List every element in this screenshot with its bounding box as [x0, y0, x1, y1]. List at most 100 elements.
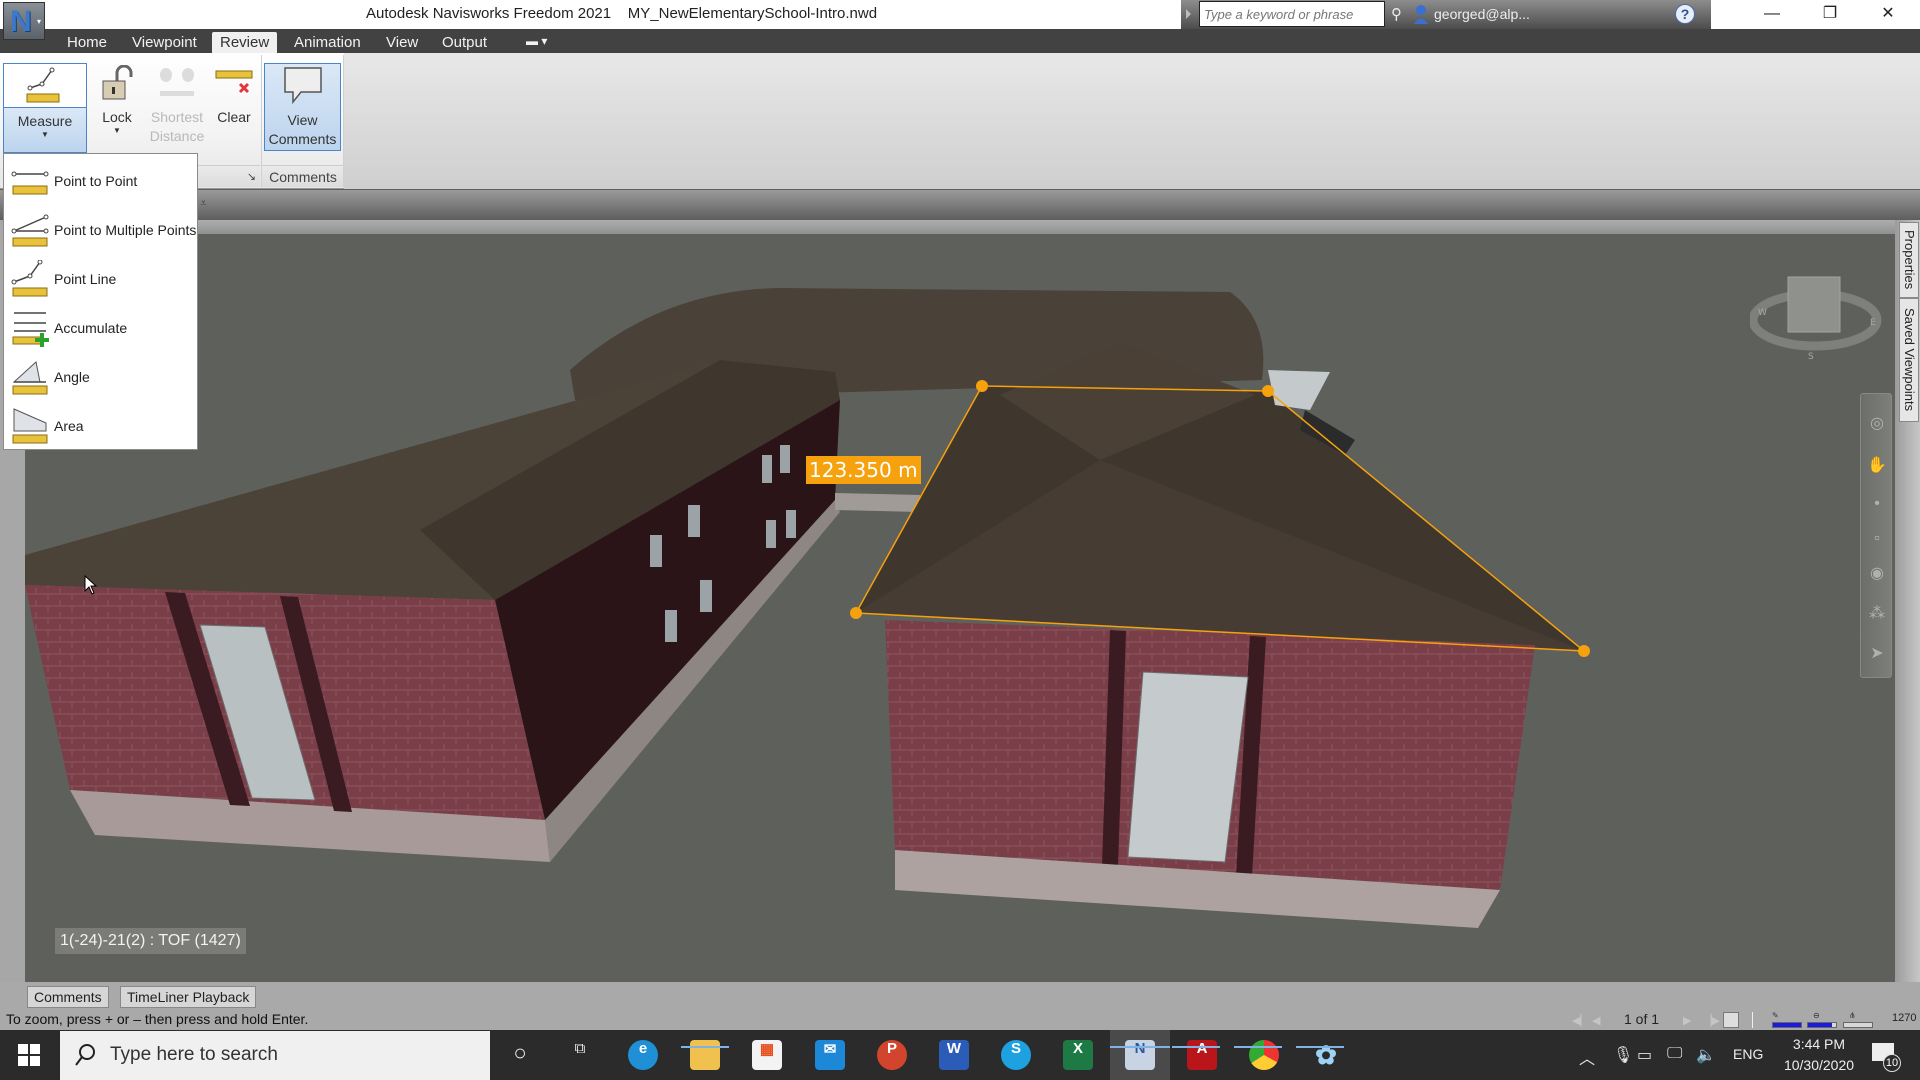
excel-icon[interactable]: X	[1063, 1040, 1093, 1070]
view-comments-button[interactable]: View Comments	[264, 63, 341, 151]
clock-date[interactable]: 10/30/2020	[1774, 1057, 1864, 1073]
lock-label: Lock	[102, 109, 132, 125]
ribbon: Measure ▼ Lock ▼ Shortest Distance Clear…	[0, 53, 1920, 189]
navisworks-taskbar-icon[interactable]: N	[1125, 1040, 1155, 1070]
saved-viewpoints-tab[interactable]: Saved Viewpoints	[1899, 298, 1919, 422]
language-indicator[interactable]: ENG	[1733, 1046, 1763, 1062]
battery-icon[interactable]: ▭	[1637, 1045, 1652, 1065]
status-hint: To zoom, press + or – then press and hol…	[6, 1011, 309, 1027]
accumulate-icon	[12, 312, 49, 347]
lock-icon	[102, 64, 133, 100]
disk-icon: ⊖	[1813, 1011, 1820, 1020]
cortana-icon[interactable]: ○	[505, 1040, 535, 1070]
menu-item-angle[interactable]: Angle	[4, 354, 197, 402]
menu-item-point-line[interactable]: Point Line	[4, 256, 197, 304]
next-page-button[interactable]: ▶	[1683, 1014, 1691, 1027]
close-button[interactable]: ✕	[1859, 0, 1917, 29]
select-icon[interactable]: ➤	[1867, 644, 1887, 664]
look-icon[interactable]: ◉	[1867, 564, 1887, 584]
orbit-icon[interactable]: ▫	[1867, 529, 1887, 549]
skype-icon[interactable]: S	[1001, 1040, 1031, 1070]
edge-icon[interactable]: e	[628, 1040, 658, 1070]
lock-button[interactable]: Lock ▼	[97, 64, 137, 135]
properties-tab[interactable]: Properties	[1899, 222, 1919, 298]
mouse-cursor-icon	[84, 575, 98, 595]
measure-point	[850, 607, 862, 619]
menu-item-point-to-point[interactable]: Point to Point	[4, 158, 197, 206]
measure-point	[1578, 645, 1590, 657]
tab-viewpoint[interactable]: Viewpoint	[124, 32, 205, 53]
task-view-icon[interactable]: ⧉	[565, 1040, 595, 1070]
app-icon[interactable]: ✿	[1311, 1040, 1341, 1070]
chevron-down-icon: ▼	[113, 126, 121, 135]
timeliner-playback-tab[interactable]: TimeLiner Playback	[120, 986, 257, 1008]
help-icon[interactable]: ?	[1675, 4, 1695, 24]
navigation-bar: ◎ ✋ • ▫ ◉ ⁂ ➤	[1860, 393, 1892, 678]
pan-hand-icon[interactable]: ✋	[1867, 456, 1887, 476]
svg-text:W: W	[1758, 308, 1767, 318]
microphone-icon[interactable]: 🎙	[1613, 1045, 1633, 1065]
3d-viewport[interactable]	[25, 234, 1895, 982]
menu-item-point-to-multiple-points[interactable]: Point to Multiple Points	[4, 207, 197, 255]
sheet-browser-icon[interactable]	[1723, 1012, 1739, 1028]
user-account[interactable]: georged@alp...	[1434, 6, 1530, 22]
menu-item-area[interactable]: Area	[4, 403, 197, 451]
prev-page-button[interactable]: ◀	[1592, 1014, 1600, 1027]
windows-start-icon[interactable]	[18, 1044, 40, 1066]
taskbar-search-box[interactable]: Type here to search	[60, 1031, 490, 1080]
tab-animation[interactable]: Animation	[286, 32, 369, 53]
menu-item-accumulate[interactable]: Accumulate	[4, 305, 197, 353]
volume-icon[interactable]: 🔈	[1696, 1045, 1716, 1065]
acrobat-icon[interactable]: A	[1187, 1040, 1217, 1070]
microsoft-store-icon[interactable]: ▦	[752, 1040, 782, 1070]
panel-dialog-launcher-icon[interactable]: ↘	[198, 165, 260, 187]
mail-icon[interactable]: ✉	[815, 1040, 845, 1070]
file-explorer-icon[interactable]	[690, 1040, 720, 1070]
user-icon[interactable]	[1413, 3, 1429, 25]
search-icon	[75, 1044, 95, 1066]
word-icon[interactable]: W	[939, 1040, 969, 1070]
walk-icon[interactable]: ⁂	[1867, 604, 1887, 624]
viewcube[interactable]: W E S	[1750, 265, 1885, 365]
comments-tab[interactable]: Comments	[27, 986, 109, 1008]
tab-review[interactable]: Review	[212, 32, 278, 53]
shortest-distance-button[interactable]: Shortest Distance	[146, 65, 208, 146]
measure-icon	[26, 67, 60, 103]
application-menu-button[interactable]: N ▾	[3, 2, 45, 40]
chevron-down-icon: ▾	[36, 17, 41, 26]
tab-home[interactable]: Home	[59, 32, 115, 53]
point-to-multiple-points-icon	[11, 214, 49, 247]
tab-view[interactable]: View	[378, 32, 426, 53]
network-icon: ⋔	[1849, 1011, 1856, 1020]
panel-collapse-icon[interactable]: ⩡	[200, 196, 207, 211]
panel-bar: ⩡	[0, 190, 1920, 220]
expand-arrow-icon[interactable]	[1186, 9, 1191, 19]
help-search-input[interactable]: Type a keyword or phrase	[1199, 1, 1385, 27]
restore-button[interactable]: ❐	[1801, 0, 1859, 29]
svg-text:S: S	[1808, 352, 1814, 362]
clear-label: Clear	[217, 109, 251, 125]
zoom-icon[interactable]: •	[1867, 494, 1887, 514]
chrome-icon[interactable]	[1249, 1040, 1279, 1070]
shortest-distance-icon	[160, 68, 194, 96]
window-title: Autodesk Navisworks Freedom 2021 MY_NewE…	[366, 5, 878, 22]
clear-button[interactable]: Clear	[212, 65, 256, 127]
ribbon-tabs: Home Viewpoint Review Animation View Out…	[0, 29, 1920, 53]
powerpoint-icon[interactable]: P	[877, 1040, 907, 1070]
network-icon[interactable]: 🖵	[1667, 1045, 1682, 1063]
chevron-up-icon[interactable]: ︿	[1579, 1045, 1595, 1069]
measure-button[interactable]: Measure ▼	[3, 63, 87, 153]
pencil-icon: ✎	[1772, 1011, 1779, 1020]
measure-label: Measure	[17, 113, 73, 129]
binoculars-search-icon[interactable]: ⚲	[1391, 5, 1402, 23]
camera-dropdown-icon[interactable]: ▬ ▾	[518, 32, 555, 53]
steering-wheel-icon[interactable]: ◎	[1867, 414, 1887, 434]
first-page-button[interactable]: ◀▏	[1572, 1014, 1589, 1027]
clock-time[interactable]: 3:44 PM	[1783, 1036, 1855, 1052]
measurement-value-label: 123.350 m	[806, 456, 921, 484]
ribbon-empty-area	[344, 53, 1920, 189]
minimize-button[interactable]: —	[1743, 0, 1801, 29]
tab-output[interactable]: Output	[434, 32, 495, 53]
measure-dropdown-menu: Point to Point Point to Multiple Points …	[3, 153, 198, 450]
last-page-button[interactable]: ▕▶	[1703, 1014, 1720, 1027]
